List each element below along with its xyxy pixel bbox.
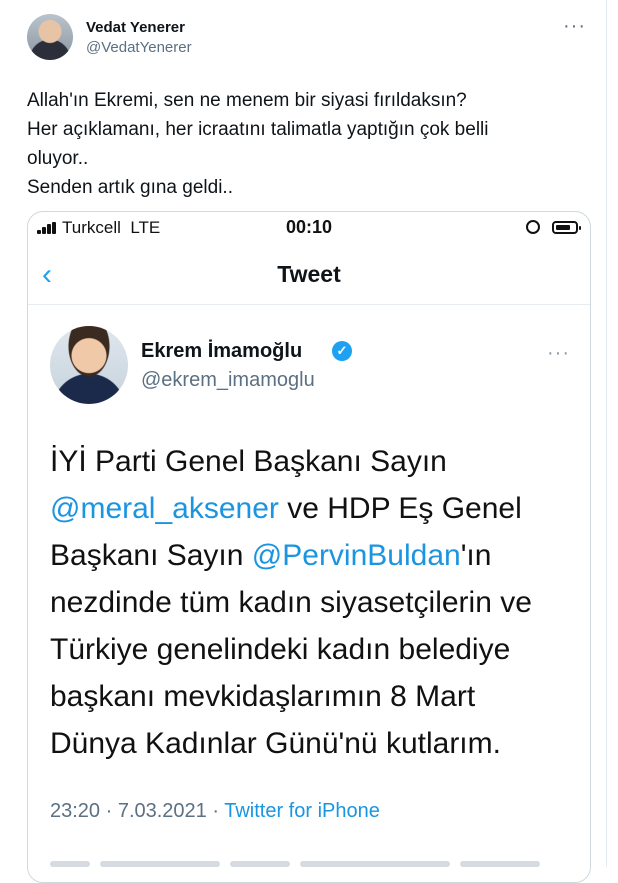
embedded-text-line: Başkanı Sayın @PervinBuldan'ın [50,539,492,572]
avatar[interactable] [27,14,73,60]
embedded-more-options-icon: ··· [547,342,570,364]
rotation-lock-icon [526,220,540,234]
battery-icon [552,221,581,234]
nav-bar: ‹ Tweet [28,244,590,305]
cropped-text-fragment [50,854,550,867]
tweet-text-line: oluyor.. [27,148,89,169]
status-time: 00:10 [285,217,333,237]
author-handle[interactable]: @VedatYenerer [86,39,192,56]
tweet-card: Vedat Yenerer @VedatYenerer ··· Allah'ın… [0,0,607,883]
embedded-text-line: başkanı mevkidaşlarımın 8 Mart [50,680,476,713]
embedded-avatar [50,326,128,404]
embedded-text-line: nezdinde tüm kadın siyasetçilerin ve [50,586,532,619]
embedded-text-line: Dünya Kadınlar Günü'nü kutlarım. [50,727,501,760]
tweet-text: Allah'ın Ekremi, sen ne menem bir siyasi… [27,86,587,202]
tweet-text-line: Senden artık gına geldi.. [27,177,233,198]
embedded-text-line: Türkiye genelindeki kadın belediye [50,633,511,666]
source-label: Twitter for iPhone [224,800,380,822]
more-options-icon[interactable]: ··· [563,16,586,36]
attached-screenshot[interactable]: Turkcell LTE 00:10 ‹ Tweet Ekrem İmamoğl… [27,211,591,883]
embedded-author-handle: @ekrem_imamoglu [141,369,315,391]
embedded-author-name: Ekrem İmamoğlu [141,340,303,362]
verified-badge-icon: ✓ [332,341,352,361]
mention-link: @PervinBuldan [251,539,461,572]
phone-status-bar: Turkcell LTE 00:10 [28,212,590,244]
embedded-timestamp: 23:20 · 7.03.2021 · Twitter for iPhone [50,800,380,822]
tweet-text-line: Her açıklamanı, her icraatını talimatla … [27,119,489,140]
tweet-text-line: Allah'ın Ekremi, sen ne menem bir siyasi… [27,90,467,111]
embedded-tweet-text: İYİ Parti Genel Başkanı Sayın @meral_aks… [50,438,532,767]
mention-link: @meral_aksener [50,492,279,525]
embedded-text-line: İYİ Parti Genel Başkanı Sayın [50,445,447,478]
nav-title: Tweet [277,261,341,287]
embedded-text-line: @meral_aksener ve HDP Eş Genel [50,492,522,525]
author-name[interactable]: Vedat Yenerer [86,19,185,36]
